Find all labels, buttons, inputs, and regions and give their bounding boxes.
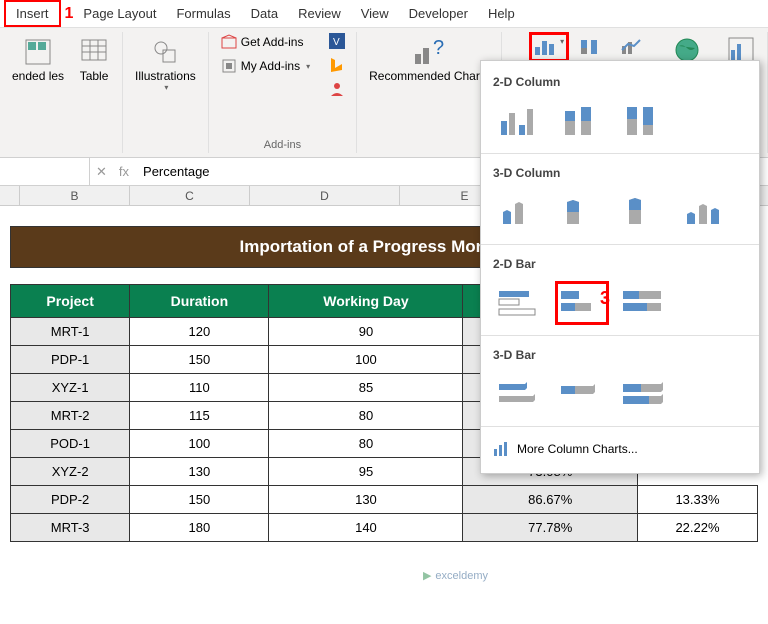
chevron-down-icon: ▾ <box>560 37 564 57</box>
cell-project[interactable]: PDP-1 <box>11 346 130 374</box>
fx-icon[interactable]: fx <box>113 164 135 179</box>
more-charts-label: More Column Charts... <box>517 442 638 456</box>
cell-working-day[interactable]: 85 <box>269 374 463 402</box>
illustrations-label: Illustrations <box>135 70 196 83</box>
cell-working-day[interactable]: 140 <box>269 514 463 542</box>
illustrations-button[interactable]: Illustrations ▾ <box>131 32 200 96</box>
3d-stacked-column-icon[interactable] <box>555 190 609 234</box>
3d-clustered-column-icon[interactable] <box>493 190 547 234</box>
header-duration: Duration <box>130 285 269 318</box>
store-icon <box>221 34 237 50</box>
3d-stacked100-bar-icon[interactable] <box>617 372 671 416</box>
cell-duration[interactable]: 130 <box>130 458 269 486</box>
cell-duration[interactable]: 110 <box>130 374 269 402</box>
header-project: Project <box>11 285 130 318</box>
ribbon-tabs: Insert 1 Page Layout Formulas Data Revie… <box>0 0 768 28</box>
3d-stacked-bar-icon[interactable] <box>555 372 609 416</box>
tab-page-layout[interactable]: Page Layout <box>73 2 166 25</box>
cell-working-day[interactable]: 100 <box>269 346 463 374</box>
cell-working-day[interactable]: 80 <box>269 402 463 430</box>
cell-working-day[interactable]: 90 <box>269 318 463 346</box>
visio-icon[interactable]: V <box>328 32 348 52</box>
cell-duration[interactable]: 150 <box>130 486 269 514</box>
cell-project[interactable]: PDP-2 <box>11 486 130 514</box>
stacked100-bar-icon[interactable] <box>617 281 671 325</box>
tab-data[interactable]: Data <box>241 2 288 25</box>
3d-column-icon[interactable] <box>679 190 733 234</box>
svg-text:?: ? <box>433 37 444 59</box>
column-chart-button[interactable]: ▾ <box>529 32 569 62</box>
section-3d-column: 3-D Column <box>481 160 759 186</box>
bing-icon[interactable] <box>328 56 348 76</box>
col-c[interactable]: C <box>130 186 250 205</box>
cell-working-day[interactable]: 130 <box>269 486 463 514</box>
addins-icon <box>221 58 237 74</box>
chevron-down-icon: ▾ <box>164 83 168 92</box>
recommended-pivot-button[interactable]: ended les <box>8 32 68 87</box>
header-working-day: Working Day <box>269 285 463 318</box>
stacked100-column-icon[interactable] <box>617 99 671 143</box>
cell-percentage[interactable]: 77.78% <box>463 514 638 542</box>
cell-project[interactable]: MRT-1 <box>11 318 130 346</box>
more-column-charts-link[interactable]: More Column Charts... <box>481 433 759 465</box>
table-icon <box>78 36 110 68</box>
tab-formulas[interactable]: Formulas <box>166 2 240 25</box>
section-2d-bar: 2-D Bar <box>481 251 759 277</box>
cancel-icon[interactable]: ✕ <box>90 164 113 180</box>
clustered-column-icon[interactable] <box>493 99 547 143</box>
tab-insert[interactable]: Insert <box>4 0 61 27</box>
3d-stacked100-column-icon[interactable] <box>617 190 671 234</box>
addins-group-label: Add-ins <box>264 139 301 153</box>
tab-developer[interactable]: Developer <box>399 2 478 25</box>
cell-duration[interactable]: 100 <box>130 430 269 458</box>
cell-duration[interactable]: 180 <box>130 514 269 542</box>
col-d[interactable]: D <box>250 186 400 205</box>
cell-percentage[interactable]: 86.67% <box>463 486 638 514</box>
col-b[interactable]: B <box>20 186 130 205</box>
cell-working-day[interactable]: 80 <box>269 430 463 458</box>
stacked-column-icon[interactable] <box>555 99 609 143</box>
cell-duration[interactable]: 115 <box>130 402 269 430</box>
cell-duration[interactable]: 150 <box>130 346 269 374</box>
chart-question-icon: ? <box>413 36 445 68</box>
chevron-down-icon: ▾ <box>306 62 310 71</box>
table-button[interactable]: Table <box>74 32 114 87</box>
cell-duration[interactable]: 120 <box>130 318 269 346</box>
table-row[interactable]: PDP-2 150 130 86.67% 13.33% <box>11 486 758 514</box>
get-addins-button[interactable]: Get Add-ins <box>217 32 314 52</box>
recommended-charts-label: Recommended Charts <box>369 70 489 83</box>
recommended-charts-button[interactable]: ? Recommended Charts <box>365 32 493 87</box>
cell-project[interactable]: MRT-2 <box>11 402 130 430</box>
my-addins-label: My Add-ins <box>241 59 300 73</box>
tab-review[interactable]: Review <box>288 2 351 25</box>
watermark: exceldemy <box>423 569 488 582</box>
cell-project[interactable]: XYZ-1 <box>11 374 130 402</box>
table-row[interactable]: MRT-3 180 140 77.78% 22.22% <box>11 514 758 542</box>
tab-help[interactable]: Help <box>478 2 525 25</box>
cell-extra[interactable]: 13.33% <box>638 486 758 514</box>
section-2d-column: 2-D Column <box>481 69 759 95</box>
section-3d-bar: 3-D Bar <box>481 342 759 368</box>
3d-clustered-bar-icon[interactable] <box>493 372 547 416</box>
table-label: Table <box>80 70 109 83</box>
pivot-icon <box>22 36 54 68</box>
svg-text:V: V <box>333 37 340 48</box>
tab-view[interactable]: View <box>351 2 399 25</box>
cell-extra[interactable]: 22.22% <box>638 514 758 542</box>
cell-project[interactable]: MRT-3 <box>11 514 130 542</box>
shapes-icon <box>149 36 181 68</box>
cell-project[interactable]: XYZ-2 <box>11 458 130 486</box>
ended-les-label: ended les <box>12 70 64 83</box>
callout-1: 1 <box>65 5 74 23</box>
my-addins-button[interactable]: My Add-ins ▾ <box>217 56 314 76</box>
people-icon[interactable] <box>328 80 348 100</box>
callout-3: 3 <box>600 288 610 309</box>
cell-project[interactable]: POD-1 <box>11 430 130 458</box>
get-addins-label: Get Add-ins <box>241 35 304 49</box>
cell-working-day[interactable]: 95 <box>269 458 463 486</box>
clustered-bar-icon[interactable] <box>493 281 547 325</box>
chart-type-dropdown: 2-D Column 3-D Column 2-D Bar 3-D Bar Mo… <box>480 60 760 474</box>
name-box[interactable] <box>0 158 90 185</box>
